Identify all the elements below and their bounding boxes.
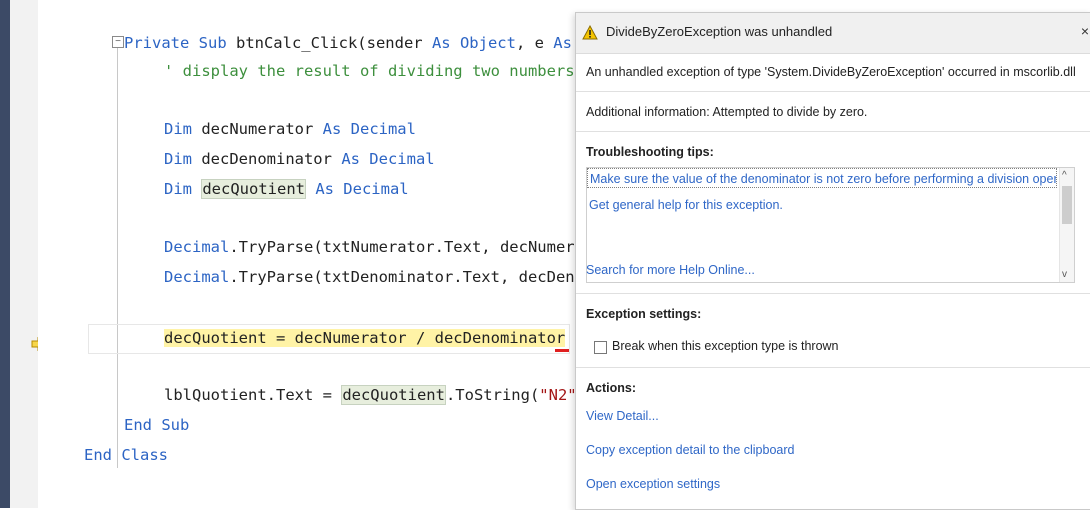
- code-line-end-sub: End Sub: [124, 416, 190, 434]
- scrollbar-thumb[interactable]: [1062, 186, 1072, 224]
- kw: Dim: [164, 150, 202, 168]
- kw: As: [431, 34, 460, 52]
- code-line-comment: ' display the result of dividing two num…: [164, 62, 575, 80]
- divider: [576, 131, 1090, 132]
- highlighted-variable: decQuotient: [201, 179, 306, 199]
- highlighted-variable: decQuotient: [341, 385, 446, 405]
- code-text: .TryParse(txtDenominator.Text, decDen: [229, 268, 575, 286]
- kw: Dim: [164, 120, 202, 138]
- kw: As: [553, 34, 572, 52]
- scroll-up-icon[interactable]: ^: [1062, 170, 1067, 181]
- code-line-tryparse-numerator: Decimal.TryParse(txtNumerator.Text, decN…: [164, 236, 575, 258]
- exception-message: An unhandled exception of type 'System.D…: [586, 65, 1076, 79]
- break-on-exception-checkbox[interactable]: [594, 341, 607, 354]
- error-squiggle: [555, 349, 569, 352]
- exception-settings-title: Exception settings:: [586, 307, 702, 321]
- kw: As Decimal: [305, 180, 409, 198]
- scroll-down-icon[interactable]: v: [1062, 269, 1067, 280]
- code-text: , e: [515, 34, 554, 52]
- divider: [576, 293, 1090, 294]
- code-line-dim-numerator: Dim decNumerator As Decimal: [164, 118, 416, 140]
- view-detail-link[interactable]: View Detail...: [586, 409, 659, 423]
- popup-title: DivideByZeroException was unhandled: [606, 24, 833, 39]
- current-statement-highlight: decQuotient = decNumerator / decDenomina…: [164, 329, 566, 347]
- kw: As Decimal: [322, 120, 416, 138]
- copy-exception-detail-link[interactable]: Copy exception detail to the clipboard: [586, 443, 794, 457]
- code-line-label-assign: lblQuotient.Text = decQuotient.ToString(…: [164, 384, 577, 406]
- search-help-online-link[interactable]: Search for more Help Online...: [586, 263, 755, 277]
- open-exception-settings-link[interactable]: Open exception settings: [586, 477, 720, 491]
- code-line-dim-denominator: Dim decDenominator As Decimal: [164, 148, 435, 170]
- outline-line: [117, 48, 118, 438]
- additional-information: Additional information: Attempted to div…: [586, 105, 868, 119]
- code-line-end-class: End Class: [84, 446, 168, 464]
- exception-assistant-popup: DivideByZeroException was unhandled × An…: [575, 12, 1090, 510]
- tip-denominator-link[interactable]: Make sure the value of the denominator i…: [587, 168, 1057, 188]
- warning-icon: [582, 25, 598, 40]
- break-on-exception-label[interactable]: Break when this exception type is thrown: [612, 339, 839, 353]
- string-literal: "N2": [539, 386, 577, 404]
- popup-header: DivideByZeroException was unhandled ×: [576, 13, 1090, 54]
- tip-general-help-link[interactable]: Get general help for this exception.: [589, 198, 783, 212]
- actions-title: Actions:: [586, 381, 636, 395]
- kw: Decimal: [164, 268, 230, 286]
- code-text: decNumerator: [201, 120, 323, 138]
- divider: [576, 367, 1090, 368]
- collapse-toggle[interactable]: −: [112, 36, 124, 48]
- tips-scrollbar[interactable]: ^ v: [1059, 168, 1074, 282]
- code-line-current-statement[interactable]: decQuotient = decNumerator / decDenomina…: [164, 327, 566, 349]
- troubleshooting-title: Troubleshooting tips:: [586, 145, 714, 159]
- kw: Private Sub: [124, 34, 236, 52]
- code-text: .ToString(: [445, 386, 540, 404]
- code-line-dim-quotient: Dim decQuotient As Decimal: [164, 178, 409, 200]
- code-text: btnCalc_Click(sender: [235, 34, 432, 52]
- code-line-1: Private Sub btnCalc_Click(sender As Obje…: [124, 32, 572, 54]
- code-line-tryparse-denominator: Decimal.TryParse(txtDenominator.Text, de…: [164, 266, 575, 288]
- kw: Object: [459, 34, 516, 52]
- code-text: decDenominator: [201, 150, 342, 168]
- kw: As Decimal: [341, 150, 435, 168]
- divider: [576, 91, 1090, 92]
- kw: Dim: [164, 180, 202, 198]
- left-edge-bar: [0, 0, 10, 508]
- close-icon[interactable]: ×: [1081, 23, 1089, 39]
- kw: Decimal: [164, 238, 230, 256]
- code-text: .TryParse(txtNumerator.Text, decNumer: [229, 238, 575, 256]
- code-text: lblQuotient.Text =: [164, 386, 342, 404]
- editor-gutter: [10, 0, 45, 508]
